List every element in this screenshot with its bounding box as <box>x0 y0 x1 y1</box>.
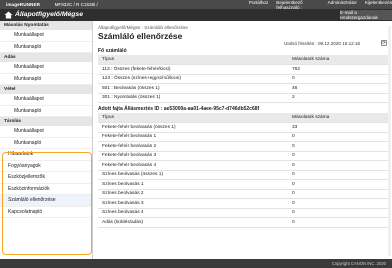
breadcrumb: Állapotfigyelő/Mégse : Számláló ellenőrz… <box>98 25 188 30</box>
sidebar-item-error-info[interactable]: Hibaadatok <box>0 149 92 161</box>
table-row: Színes beolvasás 30 <box>98 198 388 209</box>
row-count: 0 <box>288 170 388 180</box>
row-type: Színes beolvasás (összes 1) <box>98 170 288 180</box>
table-row: Fekete-fehér beolvasás 20 <box>98 141 388 152</box>
row-type: Fekete-fehér beolvasás (összes 1) <box>98 122 288 133</box>
top-bar: imageRUNNER MF832C / R C1538i / Portálho… <box>0 0 392 10</box>
table-row: 301 : Nyomtatás (összes 1) 2 <box>98 93 388 103</box>
page-title: Számláló ellenőrzése <box>98 31 183 41</box>
brand-label: imageRUNNER <box>6 2 41 7</box>
table-row: 123 : Összes (színes+egyszínű/kicsi) 0 <box>98 74 388 84</box>
row-type: Színes beolvasás 4 <box>98 208 288 218</box>
app-title: Állapotfigyelő/Mégse <box>15 11 83 18</box>
row-type: Fekete-fehér beolvasás 4 <box>98 160 288 171</box>
table-row: Színes beolvasás 10 <box>98 179 388 190</box>
table-row: Adás (küldés/adás) 0 <box>98 217 388 228</box>
table-row: Színes beolvasás (összes 1) 0 <box>98 170 388 180</box>
copyright-label: Copyright CANON INC. 2020 <box>331 261 386 266</box>
device-counter-table: Típus Másolatok száma Fekete-fehér beolv… <box>98 113 388 228</box>
table-row: Fekete-fehér beolvasás 10 <box>98 132 388 142</box>
sidebar-item-connection-log[interactable]: Kapcsolatnapló <box>0 207 92 218</box>
row-count: 0 <box>288 189 388 199</box>
table-row: Fekete-fehér beolvasás (összes 1) 33 <box>98 122 388 133</box>
refresh-icon[interactable]: ⟳ <box>381 40 387 46</box>
sidebar-item-store-job-log[interactable]: Munkanapló <box>0 138 92 149</box>
row-type: Színes beolvasás 1 <box>98 179 288 190</box>
row-type: Adás (küldés/adás) <box>98 217 288 228</box>
row-count: 0 <box>288 132 388 142</box>
row-count: 0 <box>288 217 388 228</box>
row-type: Színes beolvasás 3 <box>98 198 288 209</box>
sidebar-heading-store: Tárolás <box>0 117 92 126</box>
row-count: 0 <box>288 141 388 152</box>
row-type: 113 : Összes (fekete-fehér/kicsi) <box>98 64 288 75</box>
main-content: Állapotfigyelő/Mégse : Számláló ellenőrz… <box>96 21 390 261</box>
column-header-type: Típus <box>98 55 288 65</box>
column-header-count: Másolatok száma <box>288 113 388 123</box>
row-type: 501 : Beolvasás (összes 1) <box>98 83 288 94</box>
row-count: 762 <box>288 64 388 75</box>
last-updated: Utolsó frissítés : 09.12.2020 15:12:16 <box>284 41 361 46</box>
sidebar-item-copy-job-status[interactable]: Munkaállapot <box>0 30 92 42</box>
sidebar: Másolás Nyomtatás Munkaállapot Munkanapl… <box>0 21 93 268</box>
sidebar-heading-copy-print: Másolás Nyomtatás <box>0 21 92 30</box>
row-count: 33 <box>288 122 388 133</box>
sidebar-item-receive-job-log[interactable]: Munkanapló <box>0 106 92 117</box>
row-type: 123 : Összes (színes+egyszínű/kicsi) <box>98 74 288 84</box>
home-icon[interactable] <box>4 11 13 19</box>
row-type: Fekete-fehér beolvasás 3 <box>98 151 288 161</box>
main-counter-title: Fő számláló <box>98 48 127 54</box>
sidebar-heading-receive: Vétel <box>0 85 92 94</box>
table-row: Színes beolvasás 40 <box>98 208 388 218</box>
column-header-type: Típus <box>98 113 288 123</box>
table-row: Fekete-fehér beolvasás 30 <box>98 151 388 161</box>
sidebar-item-copy-job-log[interactable]: Munkanapló <box>0 42 92 53</box>
main-counter-table: Típus Másolatok száma 113 : Összes (feke… <box>98 55 388 103</box>
row-count: 0 <box>288 179 388 190</box>
row-count: 0 <box>288 151 388 161</box>
sidebar-item-device-features[interactable]: Eszközjellemzők <box>0 172 92 184</box>
table-row: 501 : Beolvasás (összes 1) 46 <box>98 83 388 94</box>
device-counter-title: Adott fajta Állásmeztés ID : ae53000a-aa… <box>98 106 260 112</box>
row-count: 0 <box>288 160 388 171</box>
sidebar-item-receive-job-status[interactable]: Munkaállapot <box>0 94 92 106</box>
sidebar-item-device-info[interactable]: Eszközinformációk <box>0 184 92 195</box>
sidebar-item-send-job-status[interactable]: Munkaállapot <box>0 62 92 74</box>
table-row: Fekete-fehér beolvasás 40 <box>98 160 388 171</box>
row-count: 0 <box>288 74 388 84</box>
row-type: Fekete-fehér beolvasás 1 <box>98 132 288 142</box>
sidebar-item-store-job-status[interactable]: Munkaállapot <box>0 126 92 138</box>
row-count: 2 <box>288 93 388 103</box>
table-header-row: Típus Másolatok száma <box>98 113 388 123</box>
title-bar: Állapotfigyelő/Mégse E-mail a rendszerga… <box>0 9 392 21</box>
footer: Copyright CANON INC. 2020 <box>0 259 392 268</box>
device-label: MF832C / R C1538i / <box>54 2 98 7</box>
row-count: 0 <box>288 208 388 218</box>
row-type: Fekete-fehér beolvasás 2 <box>98 141 288 152</box>
scrollbar[interactable] <box>388 26 391 256</box>
sidebar-item-send-job-log[interactable]: Munkanapló <box>0 74 92 85</box>
sidebar-item-consumables[interactable]: Fogyóanyagok <box>0 161 92 172</box>
mail-admin-button[interactable]: E-mail a rendszergazdának <box>340 10 392 20</box>
sidebar-heading-send: Adás <box>0 53 92 62</box>
sidebar-item-check-counter[interactable]: Számláló ellenőrzése <box>0 195 92 207</box>
column-header-count: Másolatok száma <box>288 55 388 65</box>
row-type: Színes beolvasás 2 <box>98 189 288 199</box>
table-row: 113 : Összes (fekete-fehér/kicsi) 762 <box>98 64 388 75</box>
row-count: 0 <box>288 198 388 209</box>
table-row: Színes beolvasás 20 <box>98 189 388 199</box>
row-count: 46 <box>288 83 388 94</box>
row-type: 301 : Nyomtatás (összes 1) <box>98 93 288 103</box>
table-header-row: Típus Másolatok száma <box>98 55 388 65</box>
